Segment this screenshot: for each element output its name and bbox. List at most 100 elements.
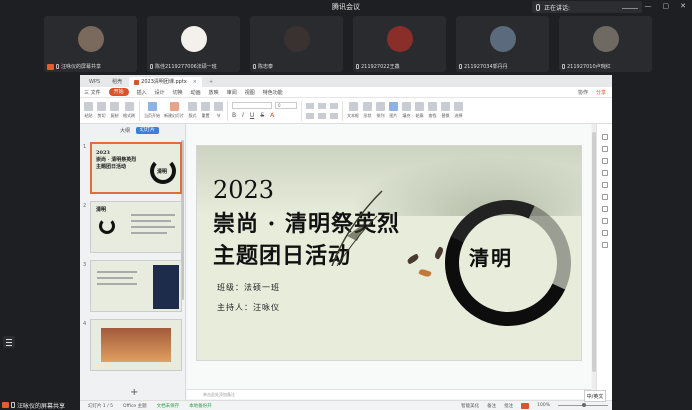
- fill-button[interactable]: 填充: [402, 102, 411, 119]
- indent-icon[interactable]: [330, 102, 338, 109]
- list-item[interactable]: 4: [80, 319, 184, 373]
- cut-button[interactable]: 剪切: [97, 102, 106, 119]
- tab-outline[interactable]: 大纲: [120, 127, 130, 134]
- file-menu[interactable]: 三 文件: [84, 89, 101, 96]
- replace-button[interactable]: 替换: [441, 102, 450, 119]
- picture-button[interactable]: 图片: [389, 102, 398, 119]
- format-painter-button[interactable]: 格式刷: [123, 102, 135, 119]
- backup-status[interactable]: 本地备份开: [189, 403, 212, 409]
- shape-button[interactable]: 形状: [363, 102, 372, 119]
- section-button[interactable]: 节: [214, 102, 223, 119]
- reset-button[interactable]: 重置: [201, 102, 210, 119]
- bold-icon[interactable]: B: [232, 112, 236, 119]
- menu-animation[interactable]: 动画: [191, 89, 201, 96]
- play-from-current-button[interactable]: 当页开始: [144, 102, 160, 119]
- screen-share-indicator[interactable]: 汪咏仪的屏幕共享: [0, 400, 65, 410]
- history-icon[interactable]: [601, 230, 608, 236]
- copy-button[interactable]: 复制: [110, 102, 119, 119]
- ime-toggle[interactable]: 中/英文: [584, 390, 606, 402]
- list-item[interactable]: 2 清明: [80, 201, 184, 255]
- zoom-slider[interactable]: [558, 403, 608, 407]
- save-status[interactable]: 文档未保存: [157, 403, 180, 409]
- shape-icon[interactable]: [601, 158, 608, 164]
- tab-slides[interactable]: 幻灯片: [136, 126, 160, 134]
- slide-thumbnail[interactable]: [90, 319, 182, 371]
- slide-thumbnail[interactable]: [90, 260, 182, 312]
- slide-thumbnail[interactable]: 清明: [90, 201, 182, 253]
- slide-year[interactable]: 2023: [213, 176, 274, 204]
- beautify-button[interactable]: 智能美化: [461, 403, 479, 409]
- notes-button[interactable]: 备注: [487, 403, 496, 409]
- theme-icon[interactable]: [601, 194, 608, 200]
- add-slide-button[interactable]: +: [130, 387, 138, 398]
- menu-view[interactable]: 视图: [245, 89, 255, 96]
- menu-features[interactable]: 特色功能: [263, 89, 283, 96]
- play-slideshow-button[interactable]: [521, 402, 530, 409]
- menu-review[interactable]: 审阅: [227, 89, 237, 96]
- tab-label: WPS: [89, 79, 101, 85]
- zoom-level[interactable]: 100%: [537, 403, 550, 408]
- animation-icon[interactable]: [601, 146, 608, 152]
- tab-document[interactable]: 2023清明团课.pptx ×: [129, 77, 202, 87]
- layout-button[interactable]: 版式: [188, 102, 197, 119]
- tab-wps[interactable]: WPS: [84, 77, 105, 87]
- section-icon: [214, 102, 223, 111]
- font-color-icon[interactable]: A: [270, 112, 274, 119]
- list-item[interactable]: 3: [80, 260, 184, 314]
- close-icon[interactable]: ×: [193, 77, 197, 87]
- slide-thumbnail[interactable]: 2023 崇尚 · 清明祭英烈 主题团日活动 清明: [90, 142, 182, 194]
- menu-slideshow[interactable]: 放映: [209, 89, 219, 96]
- slide-canvas[interactable]: 2023 崇尚 · 清明祭英烈 主题团日活动 班级：法硕一班 主持人：汪咏仪 清…: [187, 124, 591, 389]
- notes-field[interactable]: 单击此处添加备注: [187, 389, 591, 399]
- paste-button[interactable]: 粘贴: [84, 102, 93, 119]
- participant-tile[interactable]: 汪咏仪的屏幕共享: [44, 16, 137, 72]
- zoom-slider-knob[interactable]: [582, 403, 586, 407]
- comment-button[interactable]: 批注: [504, 403, 513, 409]
- slide-center-mark[interactable]: 清明: [469, 242, 513, 271]
- list-item[interactable]: 1 2023 崇尚 · 清明祭英烈 主题团日活动 清明: [80, 142, 184, 196]
- italic-icon[interactable]: I: [242, 112, 244, 119]
- minimize-button[interactable]: —: [645, 2, 652, 10]
- new-slide-button[interactable]: 新建幻灯片: [164, 102, 184, 119]
- slide-host-line[interactable]: 主持人：汪咏仪: [217, 302, 280, 313]
- strikethrough-icon[interactable]: S: [260, 112, 264, 119]
- current-slide[interactable]: 2023 崇尚 · 清明祭英烈 主题团日活动 班级：法硕一班 主持人：汪咏仪 清…: [196, 145, 582, 361]
- align-left-icon[interactable]: [306, 112, 314, 119]
- grid-icon[interactable]: [601, 206, 608, 212]
- transition-icon[interactable]: [601, 218, 608, 224]
- maximize-button[interactable]: ▢: [663, 2, 670, 10]
- participant-tile[interactable]: 陈忠泰: [250, 16, 343, 72]
- participant-tile[interactable]: 211927010卢琬红: [559, 16, 652, 72]
- new-tab-button[interactable]: +: [204, 77, 218, 87]
- align-center-icon[interactable]: [318, 112, 326, 119]
- color-icon[interactable]: [601, 182, 608, 188]
- font-size-select[interactable]: 0: [275, 102, 297, 109]
- tab-daoke[interactable]: 稻壳: [107, 77, 127, 87]
- select-button[interactable]: 选择: [454, 102, 463, 119]
- menu-design[interactable]: 设计: [155, 89, 165, 96]
- numbering-icon[interactable]: [318, 102, 326, 109]
- slide-class-line[interactable]: 班级：法硕一班: [217, 282, 280, 293]
- participant-tile[interactable]: 211927034郭丹丹: [456, 16, 549, 72]
- participant-tile[interactable]: 211927022王鑫: [353, 16, 446, 72]
- share-button[interactable]: 分享: [596, 89, 606, 96]
- reset-icon: [201, 102, 210, 111]
- menu-start[interactable]: 开始: [108, 88, 129, 96]
- collaborate-button[interactable]: 协作: [578, 89, 588, 96]
- align-right-icon[interactable]: [330, 112, 338, 119]
- underline-icon[interactable]: U: [250, 112, 254, 119]
- font-name-select[interactable]: [232, 102, 272, 109]
- outline-button[interactable]: 轮廓: [415, 102, 424, 119]
- close-button[interactable]: ✕: [680, 2, 686, 10]
- find-button[interactable]: 查找: [428, 102, 437, 119]
- participant-tile[interactable]: 陈佳2119277006法硕一班: [147, 16, 240, 72]
- menu-insert[interactable]: 插入: [137, 89, 147, 96]
- bullets-icon[interactable]: [306, 102, 314, 109]
- participant-list-button[interactable]: [3, 336, 15, 348]
- textbox-button[interactable]: 文本框: [347, 102, 359, 119]
- arrange-button[interactable]: 排列: [376, 102, 385, 119]
- menu-transition[interactable]: 切换: [173, 89, 183, 96]
- settings-icon[interactable]: [601, 134, 608, 140]
- help-icon[interactable]: [601, 242, 608, 248]
- lock-icon[interactable]: [601, 170, 608, 176]
